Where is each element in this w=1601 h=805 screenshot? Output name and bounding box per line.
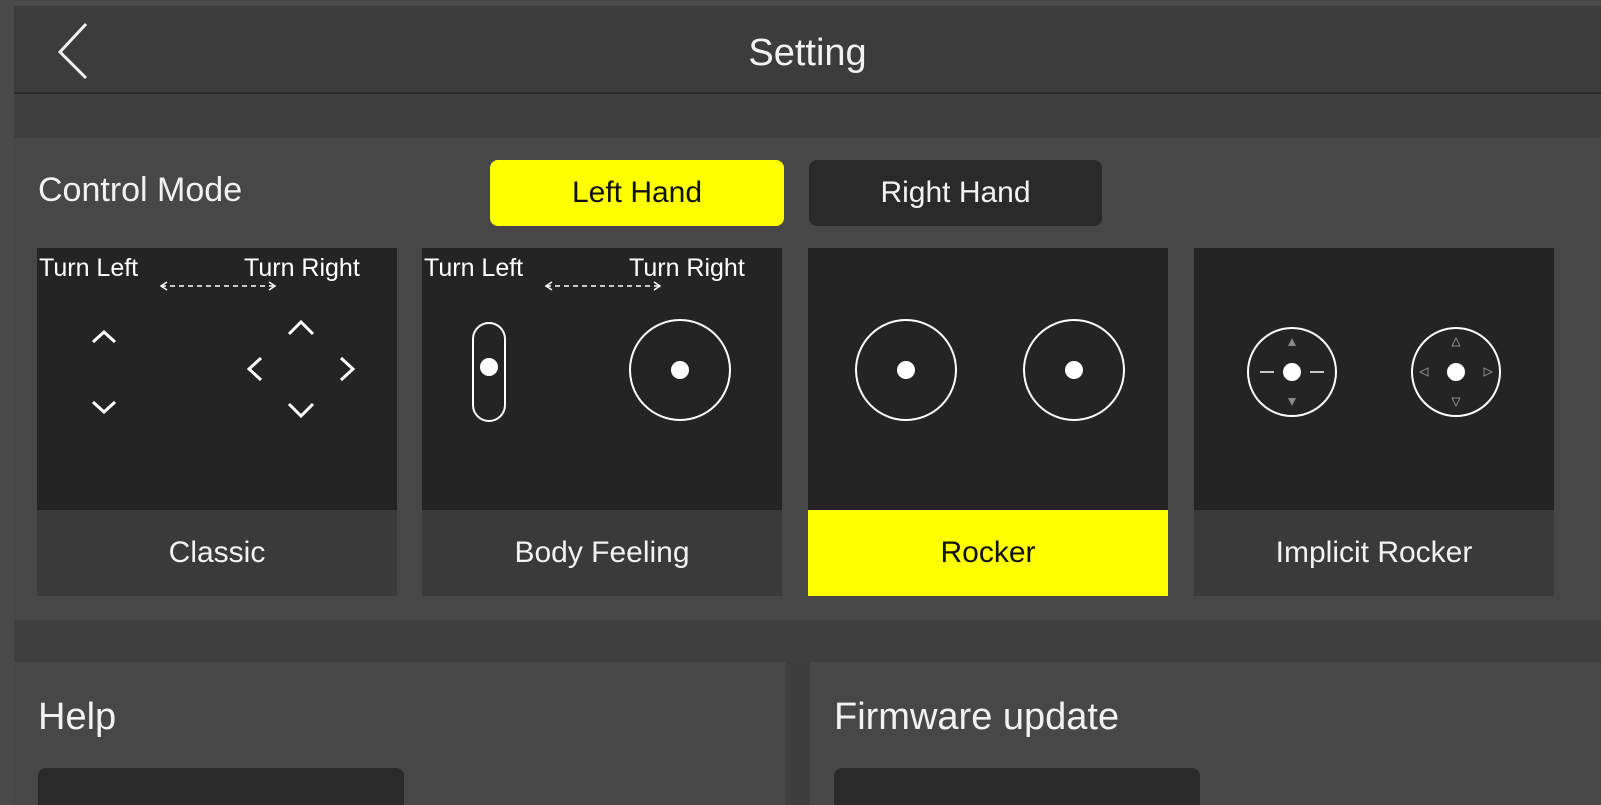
mode-name: Implicit Rocker (1194, 510, 1554, 596)
right-joystick-icon (1023, 319, 1125, 421)
right-hand-button[interactable]: Right Hand (809, 160, 1102, 226)
mode-card-implicit-rocker[interactable]: Implicit Rocker (1194, 248, 1554, 596)
control-mode-label: Control Mode (38, 171, 243, 209)
up-down-arrows-icon (91, 329, 117, 415)
mode-card-body-feeling[interactable]: Turn Left Turn Right Body Feeling (422, 248, 782, 596)
right-implicit-joystick-icon (1411, 327, 1501, 417)
joystick-icon (629, 319, 731, 421)
left-implicit-joystick-icon (1247, 327, 1337, 417)
help-panel: Help (14, 662, 786, 805)
rocker-illustration (808, 248, 1168, 510)
mode-name: Classic (37, 510, 397, 596)
firmware-update-button[interactable] (834, 768, 1200, 805)
header-bar: Setting (14, 6, 1601, 94)
mode-name: Body Feeling (422, 510, 782, 596)
help-button[interactable] (38, 768, 404, 805)
classic-illustration: Turn Left Turn Right (37, 248, 397, 510)
mode-name: Rocker (808, 510, 1168, 596)
direction-arrows-icon (246, 319, 356, 419)
spacer (14, 94, 1601, 138)
spacer (14, 620, 1601, 662)
help-title: Help (38, 696, 117, 738)
implicit-rocker-illustration (1194, 248, 1554, 510)
control-mode-section: Control Mode Left Hand Right Hand Turn L… (14, 138, 1601, 620)
firmware-panel: Firmware update (810, 662, 1601, 805)
firmware-title: Firmware update (834, 696, 1120, 738)
page-title: Setting (748, 32, 867, 74)
left-hand-button[interactable]: Left Hand (490, 160, 784, 226)
mode-card-classic[interactable]: Turn Left Turn Right Classic (37, 248, 397, 596)
body-feeling-illustration: Turn Left Turn Right (422, 248, 782, 510)
settings-screen: Setting Control Mode Left Hand Right Han… (14, 6, 1601, 805)
left-joystick-icon (855, 319, 957, 421)
slider-stick-icon (472, 322, 506, 422)
mode-card-rocker[interactable]: Rocker (808, 248, 1168, 596)
